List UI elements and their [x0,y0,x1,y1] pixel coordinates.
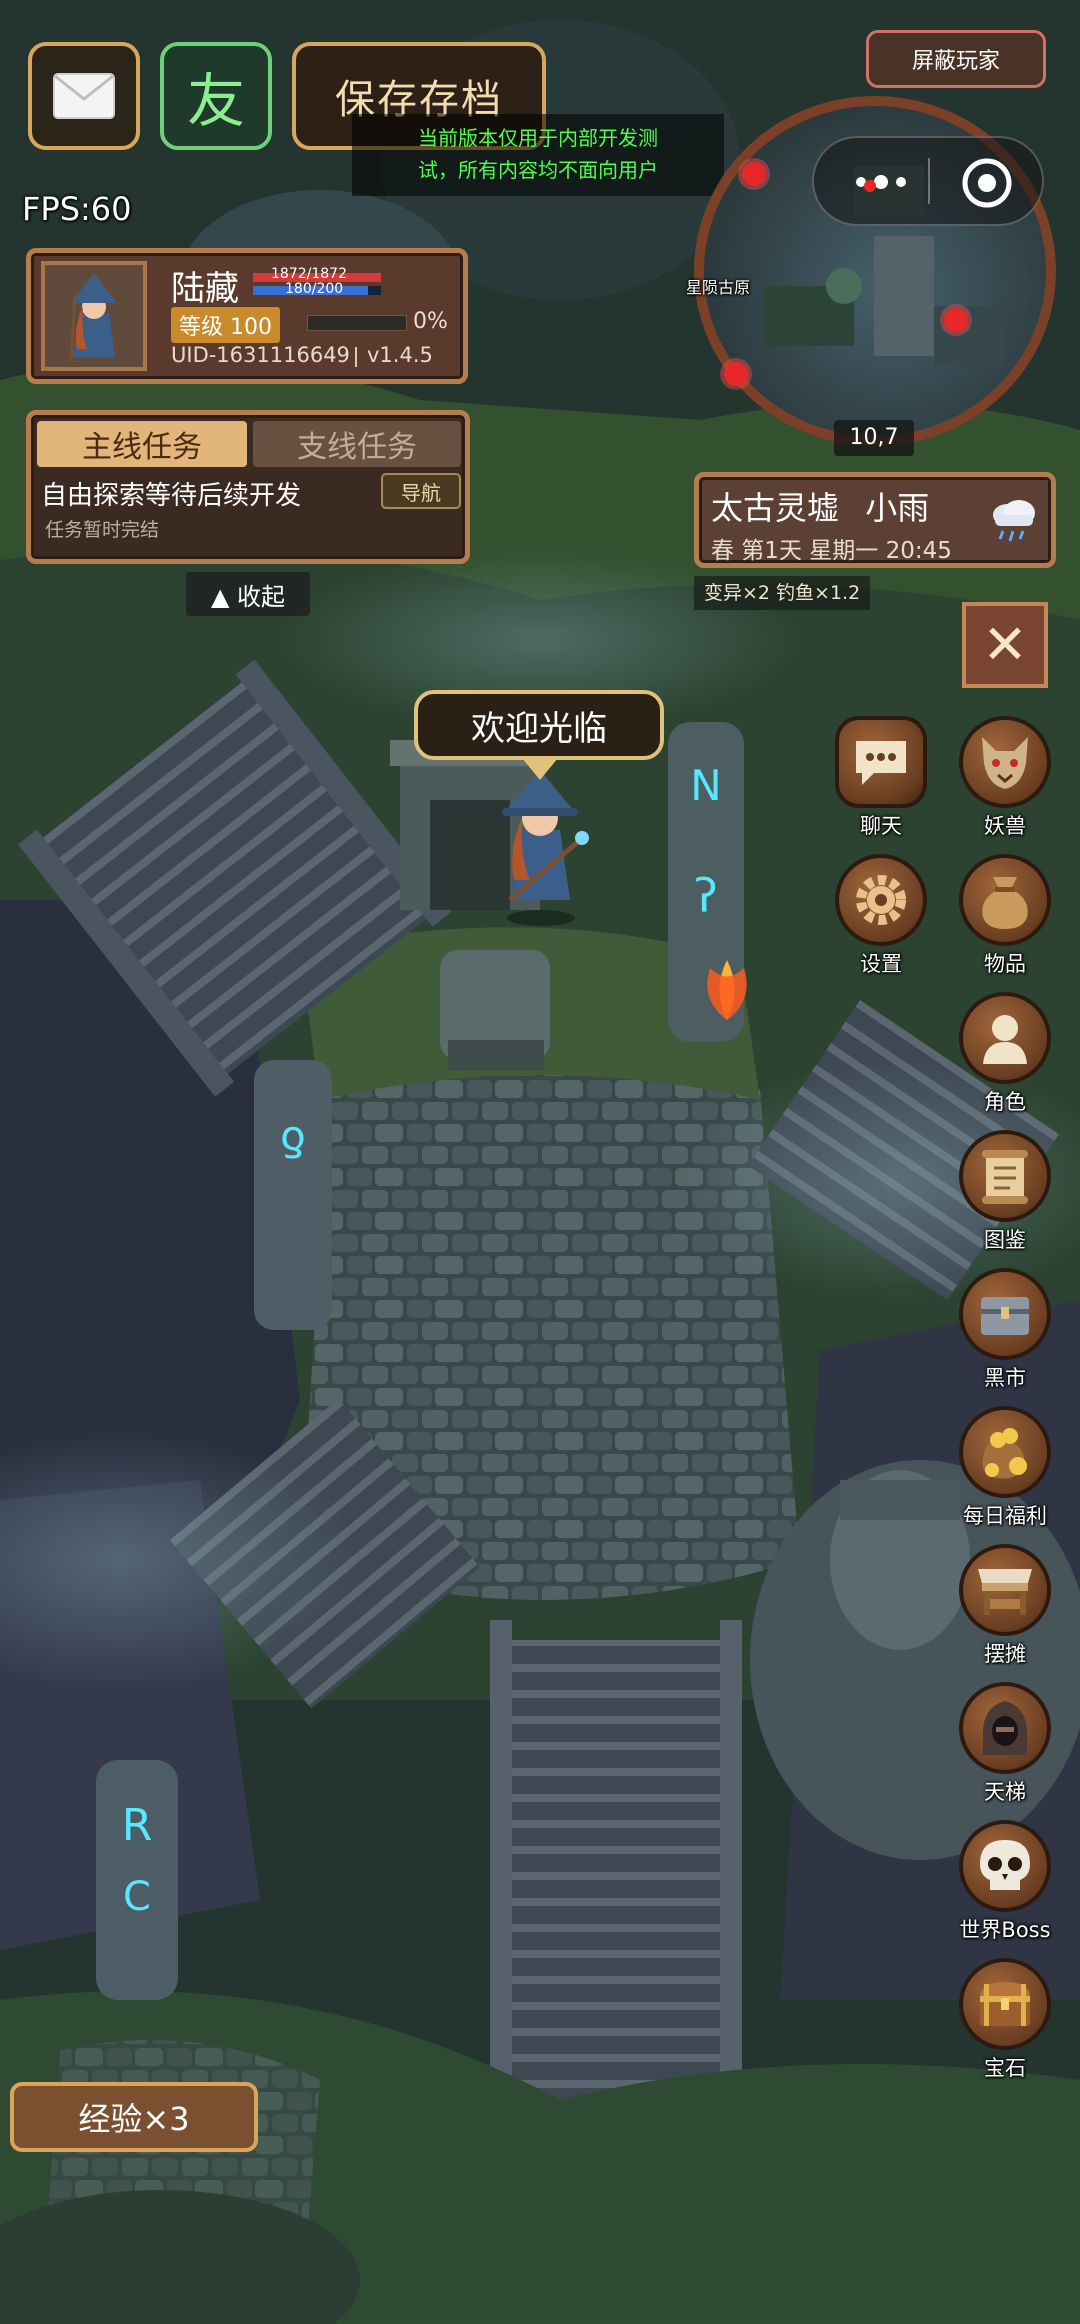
tab-side-quest-label: 支线任务 [297,430,417,465]
menu-items-label: 物品 [984,952,1026,976]
quest-nav-button[interactable]: 导航 [381,473,461,509]
target-icon[interactable] [960,156,1014,210]
uid-divider [355,347,357,367]
minimap-marker [742,162,766,186]
fps-counter: FPS:60 [22,190,132,228]
svg-text:N: N [690,761,721,810]
dev-notice-line1: 当前版本仅用于内部开发测 [418,126,658,150]
svg-text:C: C [123,1874,151,1920]
hooded-figure-icon [959,1682,1051,1774]
minimap-marker [864,180,876,192]
mp-text: 180/200 [285,281,344,297]
quest-status: 任务暂时完结 [45,519,160,541]
exp-bonus-button[interactable]: 经验×3 [10,2082,258,2152]
stall-icon [959,1544,1051,1636]
close-icon: ✕ [982,613,1028,676]
more-dots-icon[interactable] [836,162,926,202]
menu-beasts[interactable]: 妖兽 [950,716,1060,840]
menu-world-boss[interactable]: 世界Boss [950,1820,1060,1944]
capsule-divider [928,158,930,204]
avatar-portrait [69,273,117,362]
tab-main-quest[interactable]: 主线任务 [37,421,247,467]
menu-stall[interactable]: 摆摊 [950,1544,1060,1668]
minimap-marker [724,362,748,386]
exp-bar [307,315,407,331]
menu-chat[interactable]: 聊天 [826,716,936,840]
collapse-label: ▲ 收起 [210,582,286,611]
menu-items[interactable]: 物品 [950,854,1060,978]
wolf-head-icon [959,716,1051,808]
menu-stall-label: 摆摊 [984,1642,1026,1666]
version-text: v1.4.5 [367,343,433,367]
player-name: 陆藏 [171,269,239,309]
menu-ladder-label: 天梯 [984,1780,1026,1804]
tab-side-quest[interactable]: 支线任务 [253,421,461,467]
menu-chat-label: 聊天 [860,814,902,838]
menu-ladder[interactable]: 天梯 [950,1682,1060,1806]
avatar [41,261,147,371]
menu-character[interactable]: 角色 [950,992,1060,1116]
location-name-text: 太古灵墟 [711,489,840,527]
hide-players-label: 屏蔽玩家 [911,49,1000,74]
rain-cloud-icon [985,491,1041,547]
friend-label: 友 [186,67,245,135]
dev-notice: 当前版本仅用于内部开发测 试，所有内容均不面向用户 [352,114,724,196]
exp-percent: 0% [413,309,448,334]
chat-bubble-icon [835,716,927,808]
npc-speech-bubble: 欢迎光临 [414,690,664,760]
menu-black-market-label: 黑市 [984,1366,1026,1390]
svg-text:ƍ: ƍ [280,1111,306,1160]
menu-daily-bonus[interactable]: 每日福利 [950,1406,1060,1530]
dev-notice-line2: 试，所有内容均不面向用户 [418,158,658,182]
menu-gems[interactable]: 宝石 [950,1958,1060,2082]
npc-greeting-text: 欢迎光临 [471,708,607,749]
mail-button[interactable] [28,42,140,150]
uid-text: UID-1631116649 [171,343,350,367]
close-menu-button[interactable]: ✕ [962,602,1048,688]
menu-codex[interactable]: 图鉴 [950,1130,1060,1254]
player-info-panel[interactable]: 陆藏 1872/1872 180/200 等级 100 0% UID-16311… [26,248,468,384]
hide-players-button[interactable]: 屏蔽玩家 [866,30,1046,88]
calendar-text: 春 第1天 星期一 20:45 [711,538,952,564]
menu-daily-bonus-label: 每日福利 [963,1504,1047,1528]
chest-icon [959,1268,1051,1360]
hp-text: 1872/1872 [271,266,347,282]
scroll-icon [959,1130,1051,1222]
speech-bubble-tail [522,758,558,780]
friend-button[interactable]: 友 [160,42,272,150]
menu-settings-label: 设置 [860,952,902,976]
menu-codex-label: 图鉴 [984,1228,1026,1252]
quest-nav-label: 导航 [401,480,441,505]
gear-icon [835,854,927,946]
person-icon [959,992,1051,1084]
location-name: 太古灵墟 小雨 [711,483,929,529]
quest-title: 自由探索等待后续开发 [41,481,302,511]
minimap-area-label: 星陨古原 [686,278,751,297]
menu-character-label: 角色 [984,1090,1026,1114]
minimap-coords: 10,7 [834,420,914,456]
minimap-marker [944,308,968,332]
quest-panel[interactable]: 主线任务 支线任务 自由探索等待后续开发 导航 任务暂时完结 [26,410,470,564]
svg-text:ʔ: ʔ [694,869,717,923]
location-panel: 太古灵墟 小雨 春 第1天 星期一 20:45 [694,472,1056,568]
menu-gems-label: 宝石 [984,2056,1026,2080]
bag-icon [959,854,1051,946]
exp-bonus-label: 经验×3 [78,2100,190,2138]
svg-text:R: R [122,1800,153,1851]
buff-strip: 变异×2 钓鱼×1.2 [694,576,871,610]
weather-text: 小雨 [865,489,930,527]
tab-main-quest-label: 主线任务 [82,430,202,465]
gold-bag-icon [959,1406,1051,1498]
menu-settings[interactable]: 设置 [826,854,936,978]
envelope-icon [53,73,115,119]
level-badge: 等级 100 [171,307,280,343]
skull-icon [959,1820,1051,1912]
menu-beasts-label: 妖兽 [984,814,1026,838]
menu-world-boss-label: 世界Boss [959,1918,1051,1942]
collapse-button[interactable]: ▲ 收起 [186,572,310,616]
menu-black-market[interactable]: 黑市 [950,1268,1060,1392]
treasure-chest-icon [959,1958,1051,2050]
